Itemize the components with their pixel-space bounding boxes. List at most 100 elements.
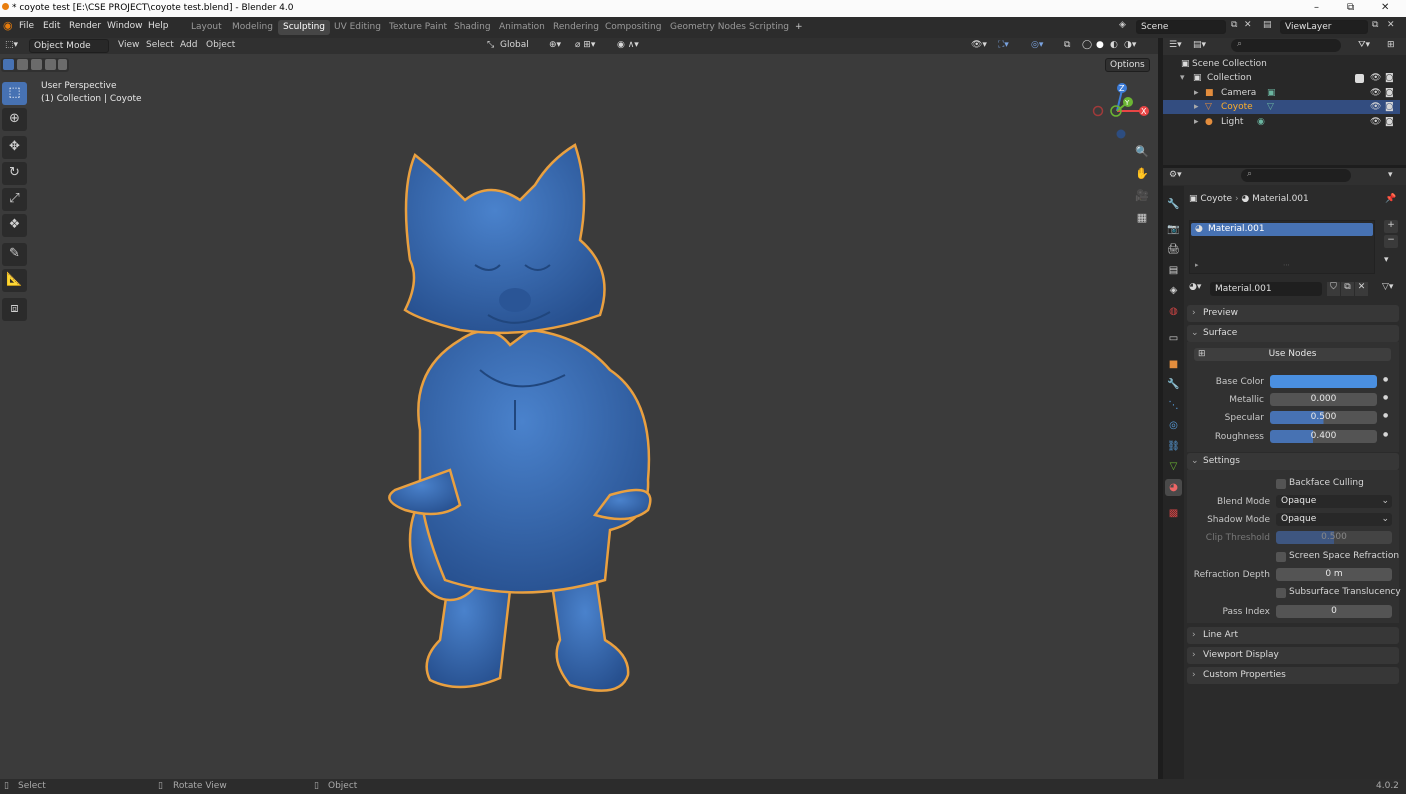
- measure-icon[interactable]: 📐: [2, 269, 27, 292]
- properties-editor-type-icon[interactable]: ⚙▾: [1169, 170, 1182, 180]
- tab-modeling[interactable]: Modeling: [227, 20, 278, 35]
- keyframe-dot-icon[interactable]: ●: [1383, 394, 1388, 401]
- add-slot-button[interactable]: +: [1384, 220, 1398, 233]
- shading-rendered-icon[interactable]: ◑▾: [1124, 40, 1136, 50]
- expand-arrow-icon[interactable]: ▾: [1180, 71, 1185, 85]
- object-tab-icon[interactable]: ■: [1165, 356, 1182, 373]
- shading-wireframe-icon[interactable]: ◯: [1082, 40, 1092, 50]
- mesh-data-icon[interactable]: ▽: [1267, 100, 1274, 114]
- outliner-row-coyote[interactable]: ▸ ▽ Coyote ▽ 👁 ◙: [1163, 100, 1400, 114]
- eye-icon[interactable]: 👁: [1370, 115, 1381, 129]
- outliner-search-input[interactable]: ⌕: [1231, 39, 1341, 52]
- navigation-gizmo[interactable]: X Z Y: [1088, 80, 1158, 142]
- panel-viewport-display-header[interactable]: › Viewport Display: [1187, 647, 1399, 664]
- gizmo-toggle-icon[interactable]: ⛶▾: [998, 40, 1009, 50]
- tab-compositing[interactable]: Compositing: [600, 20, 666, 35]
- minimize-button[interactable]: –: [1314, 2, 1319, 13]
- material-slots-list[interactable]: ◕ Material.001 ▸ ⋯: [1189, 220, 1375, 274]
- roughness-slider[interactable]: 0.400: [1270, 430, 1377, 443]
- tab-layout[interactable]: Layout: [186, 20, 227, 35]
- specular-slider[interactable]: 0.500: [1270, 411, 1377, 424]
- overlay-toggle-icon[interactable]: ◎▾: [1031, 40, 1043, 50]
- delete-viewlayer-icon[interactable]: ✕: [1387, 20, 1395, 30]
- outliner-editor-type-icon[interactable]: ☰▾: [1169, 40, 1182, 50]
- camera-render-icon[interactable]: ◙: [1385, 71, 1394, 85]
- panel-custom-properties-header[interactable]: › Custom Properties: [1187, 667, 1399, 684]
- base-color-swatch[interactable]: [1270, 375, 1377, 388]
- expand-arrow-icon[interactable]: ▸: [1194, 100, 1199, 114]
- blend-mode-dropdown[interactable]: Opaque ⌄: [1276, 495, 1392, 508]
- new-collection-icon[interactable]: ⊞: [1387, 40, 1395, 50]
- display-mode-icon[interactable]: ▤▾: [1193, 40, 1206, 50]
- expand-arrow-icon[interactable]: ▸: [1195, 261, 1199, 269]
- proportional-editing-icon[interactable]: ◉ ∧▾: [617, 40, 639, 50]
- new-viewlayer-icon[interactable]: ⧉: [1372, 20, 1378, 30]
- select-invert-icon[interactable]: [45, 59, 56, 70]
- texture-tab-icon[interactable]: ▩: [1165, 505, 1182, 522]
- light-data-icon[interactable]: ◉: [1257, 115, 1265, 129]
- world-tab-icon[interactable]: ◍: [1165, 303, 1182, 320]
- properties-options-icon[interactable]: ▾: [1388, 170, 1393, 180]
- transform-icon[interactable]: ❖: [2, 214, 27, 237]
- menu-edit[interactable]: Edit: [43, 21, 60, 31]
- outliner-row-scene-collection[interactable]: ▣ Scene Collection: [1163, 57, 1400, 71]
- viewport-menu-object[interactable]: Object: [206, 40, 235, 50]
- output-tab-icon[interactable]: 🖨: [1165, 241, 1182, 258]
- shadow-mode-dropdown[interactable]: Opaque ⌄: [1276, 513, 1392, 526]
- pin-icon[interactable]: 📌: [1385, 194, 1396, 204]
- material-name-field[interactable]: Material.001: [1210, 282, 1322, 296]
- particles-tab-icon[interactable]: ⋱: [1165, 397, 1182, 414]
- viewport-menu-view[interactable]: View: [118, 40, 139, 50]
- tab-scripting[interactable]: Scripting: [744, 20, 794, 35]
- tab-sculpting[interactable]: Sculpting: [278, 20, 331, 35]
- camera-render-icon[interactable]: ◙: [1385, 100, 1394, 114]
- link-dropdown-icon[interactable]: ▽▾: [1382, 282, 1393, 292]
- material-tab-icon[interactable]: ◕: [1165, 479, 1182, 496]
- metallic-field[interactable]: 0.000: [1270, 393, 1377, 406]
- pivot-point-icon[interactable]: ⊕▾: [549, 40, 561, 50]
- camera-render-icon[interactable]: ◙: [1385, 115, 1394, 129]
- select-subtract-icon[interactable]: [31, 59, 42, 70]
- scene-tab-icon[interactable]: ◈: [1165, 282, 1182, 299]
- scale-icon[interactable]: ⤢: [2, 188, 27, 211]
- annotate-icon[interactable]: ✎: [2, 243, 27, 266]
- unlink-material-icon[interactable]: ✕: [1355, 282, 1368, 296]
- remove-slot-button[interactable]: −: [1384, 235, 1398, 248]
- filter-icon[interactable]: ⛛▾: [1358, 40, 1370, 50]
- transform-orientation-dropdown[interactable]: Global: [500, 40, 529, 50]
- expand-arrow-icon[interactable]: ▸: [1194, 115, 1199, 129]
- data-tab-icon[interactable]: ▽: [1165, 458, 1182, 475]
- menu-window[interactable]: Window: [107, 21, 143, 31]
- clip-threshold-slider[interactable]: 0.500: [1276, 531, 1392, 544]
- slot-specials-icon[interactable]: ▾: [1384, 255, 1389, 265]
- close-button[interactable]: ✕: [1381, 2, 1389, 13]
- outliner-row-light[interactable]: ▸ ● Light ◉ 👁 ◙: [1163, 115, 1400, 129]
- xray-icon[interactable]: ⧉: [1064, 40, 1070, 50]
- render-tab-icon[interactable]: 📷: [1165, 221, 1182, 238]
- panel-surface-header[interactable]: ⌄ Surface: [1187, 325, 1399, 342]
- tab-rendering[interactable]: Rendering: [548, 20, 604, 35]
- modifier-tab-icon[interactable]: 🔧: [1165, 376, 1182, 393]
- move-icon[interactable]: ✥: [2, 136, 27, 159]
- 3d-viewport[interactable]: ⬚▾ Object Mode View Select Add Object ⤡ …: [0, 38, 1158, 779]
- menu-help[interactable]: Help: [148, 21, 169, 31]
- tab-geometry-nodes[interactable]: Geometry Nodes: [665, 20, 751, 35]
- panel-settings-header[interactable]: ⌄ Settings: [1187, 453, 1399, 470]
- pass-index-field[interactable]: 0: [1276, 605, 1392, 618]
- keyframe-dot-icon[interactable]: ●: [1383, 376, 1388, 383]
- eye-icon[interactable]: 👁: [1370, 86, 1381, 100]
- panel-preview-header[interactable]: › Preview: [1187, 305, 1399, 322]
- keyframe-dot-icon[interactable]: ●: [1383, 431, 1388, 438]
- ssr-checkbox[interactable]: [1276, 552, 1286, 562]
- ortho-toggle-icon[interactable]: ▦: [1132, 208, 1152, 228]
- use-nodes-button[interactable]: ⊞ Use Nodes: [1194, 348, 1391, 361]
- tab-texture-paint[interactable]: Texture Paint: [384, 20, 452, 35]
- outliner-row-collection[interactable]: ▾ ▣ Collection 👁 ◙: [1163, 71, 1400, 85]
- refraction-depth-field[interactable]: 0 m: [1276, 568, 1392, 581]
- snap-icon[interactable]: ⌀ ⊞▾: [575, 40, 595, 50]
- material-browse-icon[interactable]: ◕▾: [1189, 282, 1201, 292]
- coyote-model[interactable]: [380, 100, 670, 700]
- add-cube-icon[interactable]: ⧈: [2, 298, 27, 321]
- maximize-button[interactable]: ⧉: [1347, 2, 1354, 13]
- menu-render[interactable]: Render: [69, 21, 101, 31]
